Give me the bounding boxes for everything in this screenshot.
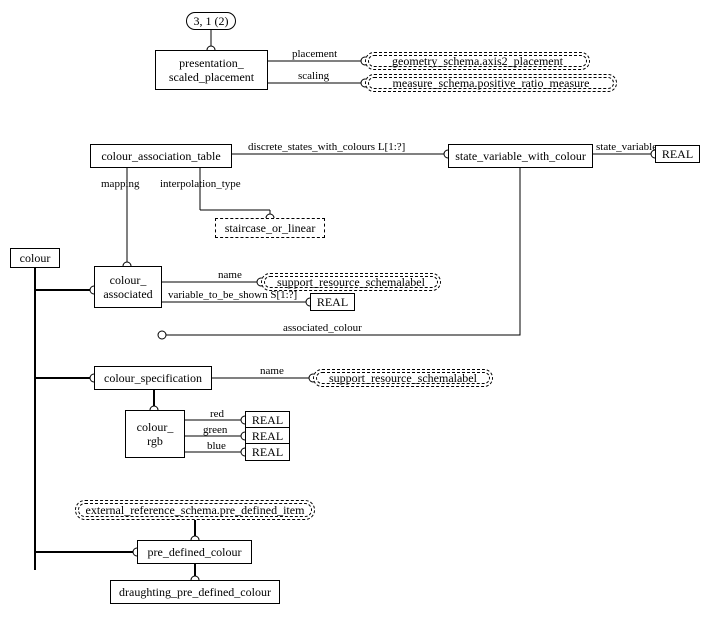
real-type-2: REAL bbox=[310, 293, 355, 311]
mapping-label: mapping bbox=[101, 178, 140, 190]
staircase-or-linear-type: staircase_or_linear bbox=[215, 218, 325, 238]
page-ref-node: 3, 1 (2) bbox=[186, 12, 236, 30]
state-variable-label: state_variable bbox=[596, 141, 657, 153]
red-label: red bbox=[210, 408, 224, 420]
associated-colour-label: associated_colour bbox=[283, 322, 362, 334]
support-resource-label-ref-2: support_resource_schemalabel bbox=[313, 369, 493, 387]
real-type-blue: REAL bbox=[245, 443, 290, 461]
colour-specification-entity: colour_specification bbox=[94, 366, 212, 390]
draughting-pre-defined-colour-entity: draughting_pre_defined_colour bbox=[110, 580, 280, 604]
geometry-axis2-placement-ref: geometry_schema.axis2_placement bbox=[365, 52, 590, 70]
blue-label: blue bbox=[207, 440, 226, 452]
name-label-2: name bbox=[260, 365, 284, 377]
pre-defined-colour-entity: pre_defined_colour bbox=[137, 540, 252, 564]
real-type-1: REAL bbox=[655, 145, 700, 163]
diagram-connectors bbox=[0, 0, 710, 635]
colour-association-table-entity: colour_association_table bbox=[90, 144, 232, 168]
green-label: green bbox=[203, 424, 227, 436]
colour-entity: colour bbox=[10, 248, 60, 268]
placement-label: placement bbox=[292, 48, 337, 60]
measure-positive-ratio-ref: measure_schema.positive_ratio_measure bbox=[365, 74, 617, 92]
colour-associated-entity: colour_ associated bbox=[94, 266, 162, 308]
presentation-scaled-placement-entity: presentation_ scaled_placement bbox=[155, 50, 268, 90]
colour-rgb-entity: colour_ rgb bbox=[125, 410, 185, 458]
interpolation-type-label: interpolation_type bbox=[160, 178, 241, 190]
scaling-label: scaling bbox=[298, 70, 329, 82]
variable-to-be-shown-label: variable_to_be_shown S[1:?] bbox=[168, 289, 297, 301]
name-label-1: name bbox=[218, 269, 242, 281]
discrete-states-label: discrete_states_with_colours L[1:?] bbox=[248, 141, 405, 153]
state-variable-with-colour-entity: state_variable_with_colour bbox=[448, 144, 593, 168]
external-ref-pre-defined-item-ref: external_reference_schema.pre_defined_it… bbox=[75, 500, 315, 520]
